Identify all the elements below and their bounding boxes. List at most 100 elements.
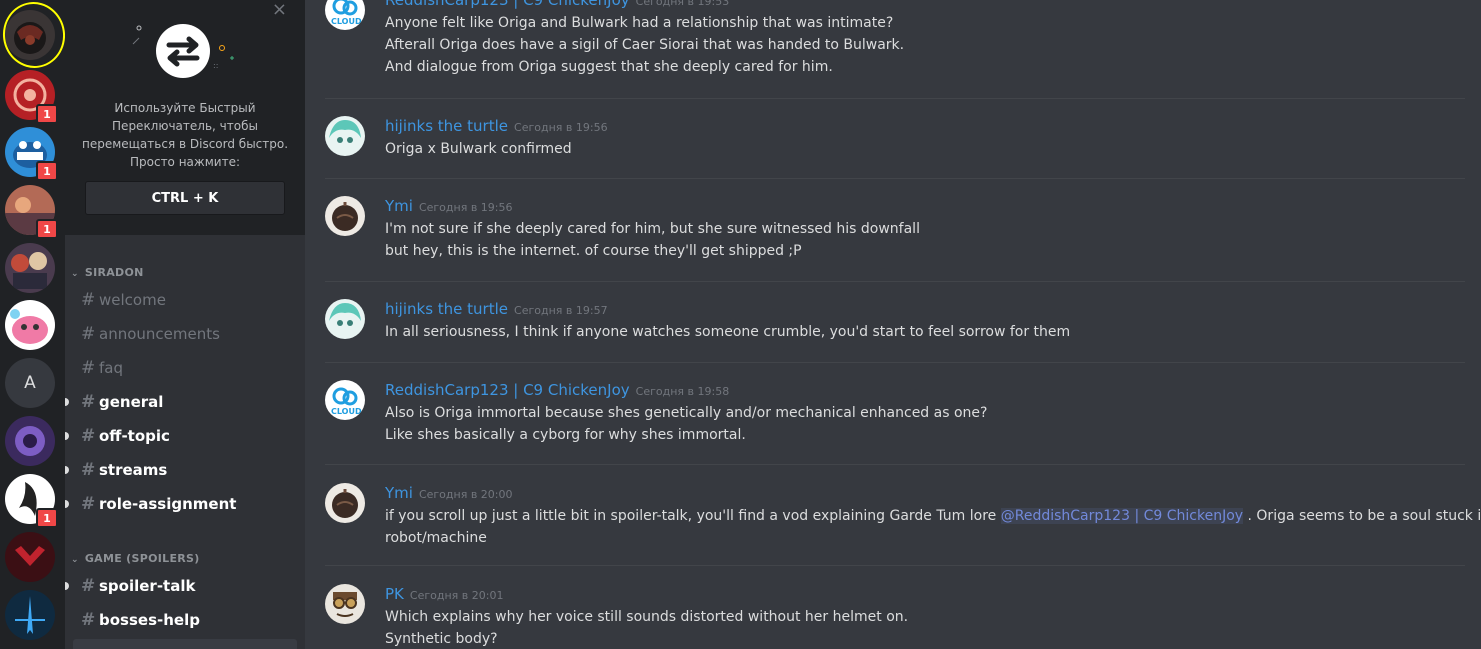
hash-icon: # [81, 324, 96, 344]
server-icon-guild-5[interactable] [5, 243, 55, 293]
channel-label: general [99, 393, 164, 411]
category-siradon[interactable]: ⌄ SIRADON [71, 266, 144, 279]
message-line: Anyone felt like Origa and Bulwark had a… [385, 15, 894, 31]
notification-badge: 1 [36, 161, 58, 181]
channel-bosses-help[interactable]: # bosses-help [73, 605, 297, 635]
server-icon-guild-9[interactable]: 1 [5, 474, 58, 528]
message-line: Synthetic body? [385, 631, 498, 647]
unread-indicator [65, 432, 69, 440]
server-icon-guild-2[interactable]: 1 [5, 70, 58, 124]
author-name[interactable]: Ymi [385, 197, 413, 215]
category-label: GAME (SPOILERS) [84, 552, 200, 565]
unread-indicator [65, 500, 69, 508]
channel-faq[interactable]: # faq [73, 353, 297, 383]
guild-5-avatar-icon [5, 243, 55, 293]
user-mention[interactable]: @ReddishCarp123 | C9 ChickenJoy [1000, 508, 1244, 524]
channel-label: announcements [99, 325, 220, 343]
channel-general[interactable]: # general [65, 387, 297, 417]
channel-sidebar: × :: Используйте Быстрый Переключатель, … [65, 0, 305, 649]
server-icon-guild-6[interactable] [5, 300, 55, 350]
hash-icon: # [81, 460, 96, 480]
author-name[interactable]: ReddishCarp123 | C9 ChickenJoy [385, 0, 630, 9]
quick-switcher-tip: × :: Используйте Быстрый Переключатель, … [65, 0, 305, 235]
hash-icon: # [81, 610, 96, 630]
goggles-avatar-icon[interactable] [325, 584, 365, 624]
category-game-spoilers[interactable]: ⌄ GAME (SPOILERS) [71, 552, 200, 565]
channel-role-assignment[interactable]: # role-assignment [65, 489, 297, 519]
message-line: Afterall Origa does have a sigil of Caer… [385, 37, 905, 53]
close-icon[interactable]: × [272, 0, 287, 20]
timestamp: Сегодня в 19:56 [418, 201, 513, 214]
timestamp: Сегодня в 20:01 [409, 589, 504, 602]
unread-indicator [65, 582, 69, 590]
hash-icon: # [81, 290, 96, 310]
message-content: Anyone felt like Origa and Bulwark had a… [385, 12, 1385, 78]
channel-selected-partial[interactable] [73, 639, 297, 649]
author-name[interactable]: Ymi [385, 484, 413, 502]
message-line: but hey, this is the internet. of course… [385, 243, 802, 259]
message-line: Which explains why her voice still sound… [385, 609, 909, 625]
server-icon-guild-3[interactable]: 1 [5, 127, 58, 181]
svg-text:CLOUD: CLOUD [331, 17, 362, 26]
message-content: if you scroll up just a little bit in sp… [385, 505, 1481, 549]
yellow-highlight-annotation [0, 0, 65, 72]
hash-icon: # [81, 392, 96, 412]
server-icon-guild-7[interactable]: A [5, 358, 55, 408]
channel-label: faq [99, 359, 123, 377]
chevron-down-icon: ⌄ [71, 555, 79, 565]
server-icon-guild-11[interactable] [5, 590, 55, 640]
author-name[interactable]: hijinks the turtle [385, 300, 508, 318]
message-content: Origa x Bulwark confirmed [385, 138, 1385, 160]
channel-label: streams [99, 461, 168, 479]
message-divider [325, 362, 1465, 363]
server-list: 1 1 1 A 1 [0, 0, 65, 649]
svg-text:::: :: [213, 61, 218, 70]
anime-avatar-icon[interactable] [325, 299, 365, 339]
hash-icon: # [81, 494, 96, 514]
hash-icon: # [81, 426, 96, 446]
category-label: SIRADON [84, 266, 144, 279]
message-line: Like shes basically a cyborg for why she… [385, 427, 746, 443]
message-divider [325, 565, 1465, 566]
server-icon-guild-10[interactable] [5, 532, 55, 582]
guild-10-avatar-icon [5, 532, 55, 582]
orb-avatar-icon[interactable] [325, 483, 365, 523]
channel-streams[interactable]: # streams [65, 455, 297, 485]
hash-icon: # [81, 576, 96, 596]
message-line: Also is Origa immortal because shes gene… [385, 405, 988, 421]
guild-11-avatar-icon [5, 590, 55, 640]
message-list: CLOUD ReddishCarp123 | C9 ChickenJoy Сего… [305, 0, 1481, 649]
notification-badge: 1 [36, 219, 58, 239]
notification-badge: 1 [36, 104, 58, 124]
message-line: And dialogue from Origa suggest that she… [385, 59, 833, 75]
message-divider [325, 464, 1465, 465]
channel-label: off-topic [99, 427, 170, 445]
unread-indicator [65, 398, 69, 406]
message-content: Which explains why her voice still sound… [385, 606, 1385, 649]
author-name[interactable]: hijinks the turtle [385, 117, 508, 135]
message-text: if you scroll up just a little bit in sp… [385, 508, 1001, 524]
message-content: Also is Origa immortal because shes gene… [385, 402, 1385, 446]
server-icon-guild-4[interactable]: 1 [5, 185, 58, 239]
author-name[interactable]: ReddishCarp123 | C9 ChickenJoy [385, 381, 630, 399]
cloud9-avatar-icon[interactable]: CLOUD [325, 0, 365, 30]
server-icon-guild-8[interactable] [5, 416, 55, 466]
anime-avatar-icon[interactable] [325, 116, 365, 156]
channel-spoiler-talk[interactable]: # spoiler-talk [65, 571, 297, 601]
channel-label: spoiler-talk [99, 577, 196, 595]
message-line: if you scroll up just a little bit in sp… [385, 505, 1481, 527]
cloud9-avatar-icon[interactable]: CLOUD [325, 380, 365, 420]
channel-welcome[interactable]: # welcome [73, 285, 297, 315]
orb-avatar-icon[interactable] [325, 196, 365, 236]
chevron-down-icon: ⌄ [71, 269, 79, 279]
channel-announcements[interactable]: # announcements [73, 319, 297, 349]
hash-icon: # [81, 358, 96, 378]
channel-label: bosses-help [99, 611, 200, 629]
message-divider [325, 281, 1465, 282]
author-name[interactable]: PK [385, 585, 404, 603]
channel-label: role-assignment [99, 495, 237, 513]
unread-indicator [65, 466, 69, 474]
quick-switcher-text: Используйте Быстрый Переключатель, чтобы… [81, 101, 289, 169]
channel-off-topic[interactable]: # off-topic [65, 421, 297, 451]
timestamp: Сегодня в 19:56 [514, 121, 608, 134]
